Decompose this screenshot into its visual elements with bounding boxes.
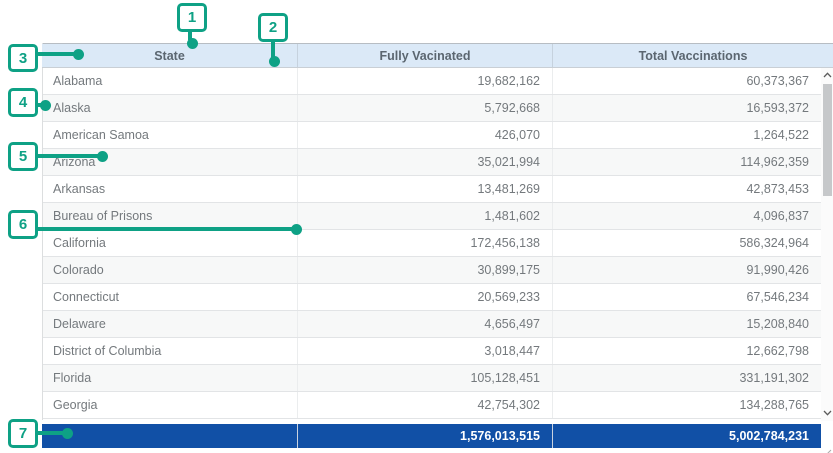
scrollbar-thumb[interactable]: [823, 84, 832, 196]
cell-state: American Samoa: [43, 122, 298, 148]
table-row[interactable]: Connecticut 20,569,233 67,546,234: [43, 284, 821, 311]
annotation-badge-1: 1: [188, 9, 196, 26]
annotation-line-7: [38, 431, 65, 435]
cell-total-vaccinations: 15,208,840: [553, 311, 821, 337]
table-row[interactable]: Arizona 35,021,994 114,962,359: [43, 149, 821, 176]
totals-state-cell: [42, 424, 298, 448]
cell-total-vaccinations: 134,288,765: [553, 392, 821, 418]
cell-total-vaccinations: 12,662,798: [553, 338, 821, 364]
annotation-marker-6: 6: [8, 210, 38, 239]
table-body[interactable]: Alabama 19,682,162 60,373,367 Alaska 5,7…: [43, 68, 821, 420]
annotation-badge-5: 5: [19, 148, 27, 165]
cell-state: Arizona: [43, 149, 298, 175]
table-row[interactable]: Georgia 42,754,302 134,288,765: [43, 392, 821, 419]
table-row[interactable]: Bureau of Prisons 1,481,602 4,096,837: [43, 203, 821, 230]
annotation-badge-3: 3: [19, 50, 27, 67]
cell-total-vaccinations: 114,962,359: [553, 149, 821, 175]
cell-fully-vaccinated: 35,021,994: [298, 149, 553, 175]
cell-total-vaccinations: 91,990,426: [553, 257, 821, 283]
column-header-total-vaccinations[interactable]: Total Vaccinations: [553, 44, 833, 67]
cell-state: Colorado: [43, 257, 298, 283]
table-header-row: State Fully Vacinated Total Vaccinations: [42, 44, 833, 68]
column-header-fully-vaccinated[interactable]: Fully Vacinated: [298, 44, 553, 67]
annotation-badge-7: 7: [19, 425, 27, 442]
cell-fully-vaccinated: 19,682,162: [298, 68, 553, 94]
cell-state: Arkansas: [43, 176, 298, 202]
cell-fully-vaccinated: 105,128,451: [298, 365, 553, 391]
annotation-dot-7: [62, 428, 73, 439]
annotation-marker-7: 7: [8, 419, 38, 448]
screenshot-canvas: State Fully Vacinated Total Vaccinations…: [0, 0, 833, 453]
cell-state: Alabama: [43, 68, 298, 94]
cell-fully-vaccinated: 30,899,175: [298, 257, 553, 283]
cell-total-vaccinations: 586,324,964: [553, 230, 821, 256]
table-row[interactable]: Arkansas 13,481,269 42,873,453: [43, 176, 821, 203]
cell-total-vaccinations: 1,264,522: [553, 122, 821, 148]
cell-total-vaccinations: 67,546,234: [553, 284, 821, 310]
table-row[interactable]: District of Columbia 3,018,447 12,662,79…: [43, 338, 821, 365]
totals-fully-vaccinated: 1,576,013,515: [298, 424, 553, 448]
cell-total-vaccinations: 4,096,837: [553, 203, 821, 229]
annotation-line-5: [38, 154, 100, 158]
resize-grip-icon: [824, 448, 832, 453]
cell-fully-vaccinated: 42,754,302: [298, 392, 553, 418]
table-row[interactable]: Alaska 5,792,668 16,593,372: [43, 95, 821, 122]
chevron-down-icon: [823, 410, 832, 416]
table-row[interactable]: American Samoa 426,070 1,264,522: [43, 122, 821, 149]
cell-fully-vaccinated: 5,792,668: [298, 95, 553, 121]
cell-fully-vaccinated: 4,656,497: [298, 311, 553, 337]
table-row[interactable]: Florida 105,128,451 331,191,302: [43, 365, 821, 392]
totals-total-vaccinations: 5,002,784,231: [553, 424, 821, 448]
annotation-marker-1: 1: [177, 3, 207, 32]
annotation-badge-4: 4: [19, 94, 27, 111]
cell-total-vaccinations: 331,191,302: [553, 365, 821, 391]
scroll-down-button[interactable]: [821, 406, 833, 420]
cell-total-vaccinations: 60,373,367: [553, 68, 821, 94]
cell-state: District of Columbia: [43, 338, 298, 364]
cell-state: Delaware: [43, 311, 298, 337]
table-row[interactable]: Alabama 19,682,162 60,373,367: [43, 68, 821, 95]
annotation-line-3: [38, 52, 74, 56]
annotation-dot-3: [73, 49, 84, 60]
annotation-dot-1: [187, 38, 198, 49]
annotation-badge-6: 6: [19, 216, 27, 233]
annotation-badge-2: 2: [269, 19, 277, 36]
cell-state: Georgia: [43, 392, 298, 418]
cell-state: Bureau of Prisons: [43, 203, 298, 229]
annotation-marker-2: 2: [258, 13, 288, 42]
table-row[interactable]: California 172,456,138 586,324,964: [43, 230, 821, 257]
cell-state: Connecticut: [43, 284, 298, 310]
cell-fully-vaccinated: 172,456,138: [298, 230, 553, 256]
annotation-dot-4: [40, 100, 51, 111]
annotation-marker-3: 3: [8, 44, 38, 72]
annotation-line-6: [38, 227, 294, 231]
cell-fully-vaccinated: 3,018,447: [298, 338, 553, 364]
cell-fully-vaccinated: 13,481,269: [298, 176, 553, 202]
cell-fully-vaccinated: 20,569,233: [298, 284, 553, 310]
chevron-up-icon: [823, 72, 832, 78]
resize-handle[interactable]: [824, 443, 832, 451]
scroll-up-button[interactable]: [821, 68, 833, 82]
annotation-marker-5: 5: [8, 142, 38, 171]
cell-state: Alaska: [43, 95, 298, 121]
cell-total-vaccinations: 16,593,372: [553, 95, 821, 121]
annotation-marker-4: 4: [8, 88, 38, 117]
annotation-dot-5: [97, 151, 108, 162]
annotation-dot-6: [291, 224, 302, 235]
table-row[interactable]: Delaware 4,656,497 15,208,840: [43, 311, 821, 338]
cell-state: Florida: [43, 365, 298, 391]
cell-total-vaccinations: 42,873,453: [553, 176, 821, 202]
annotation-dot-2: [269, 56, 280, 67]
totals-row: 1,576,013,515 5,002,784,231: [42, 424, 821, 448]
vertical-scrollbar[interactable]: [821, 68, 833, 421]
cell-fully-vaccinated: 1,481,602: [298, 203, 553, 229]
table-row[interactable]: Colorado 30,899,175 91,990,426: [43, 257, 821, 284]
cell-state: California: [43, 230, 298, 256]
cell-fully-vaccinated: 426,070: [298, 122, 553, 148]
